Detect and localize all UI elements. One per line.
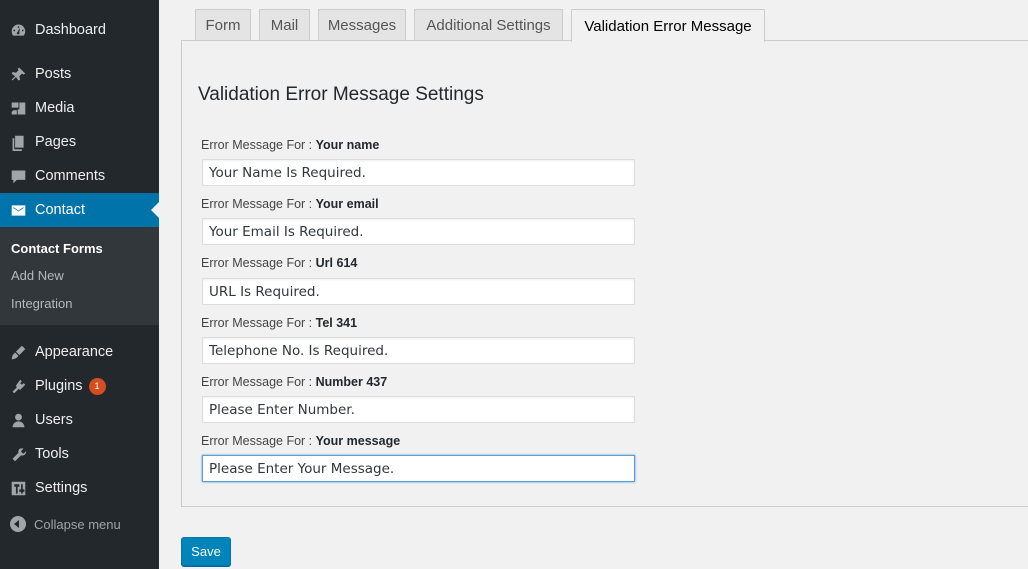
tab-messages[interactable]: Messages: [318, 9, 406, 40]
field-label: Error Message For : Your email: [201, 197, 379, 211]
comments-icon: [9, 167, 27, 185]
wrench-icon: [9, 445, 27, 463]
field-label: Error Message For : Your name: [201, 138, 379, 152]
update-count-badge: 1: [88, 377, 106, 395]
submenu-contact-forms[interactable]: Contact Forms: [11, 241, 103, 256]
menu-item-media[interactable]: Media: [0, 91, 159, 125]
menu-label: Posts: [35, 66, 72, 82]
menu-item-dashboard[interactable]: Dashboard: [0, 13, 159, 47]
menu-label: Pages: [35, 134, 77, 150]
submenu-integration[interactable]: Integration: [11, 296, 72, 311]
number-error-input[interactable]: [202, 396, 635, 423]
field-name: Url 614: [315, 256, 358, 270]
field-name: Your email: [315, 197, 379, 211]
menu-item-users[interactable]: Users: [0, 403, 159, 437]
label-prefix: Error Message For :: [201, 256, 313, 270]
field-label: Error Message For : Your message: [201, 434, 400, 448]
label-prefix: Error Message For :: [201, 316, 313, 330]
menu-label: Dashboard: [35, 22, 106, 38]
menu-item-pages[interactable]: Pages: [0, 125, 159, 159]
plugin-icon: [9, 377, 27, 395]
menu-label: Plugins: [35, 378, 83, 394]
menu-label: Users: [35, 412, 73, 428]
label-prefix: Error Message For :: [201, 434, 313, 448]
your-message-error-input[interactable]: [202, 455, 635, 482]
settings-icon: [9, 479, 27, 497]
field-name: Tel 341: [315, 316, 358, 330]
menu-item-posts[interactable]: Posts: [0, 57, 159, 91]
menu-item-comments[interactable]: Comments: [0, 159, 159, 193]
contact-submenu: Contact Forms Add New Integration: [0, 227, 159, 325]
save-button[interactable]: Save: [181, 537, 231, 566]
field-label: Error Message For : Number 437: [201, 375, 387, 389]
menu-item-settings[interactable]: Settings: [0, 471, 159, 505]
label-prefix: Error Message For :: [201, 197, 313, 211]
menu-item-contact[interactable]: Contact: [0, 193, 159, 227]
url-error-input[interactable]: [202, 278, 635, 305]
user-icon: [9, 411, 27, 429]
field-label: Error Message For : Url 614: [201, 256, 357, 270]
tab-form[interactable]: Form: [195, 9, 251, 40]
tab-validation-error-message[interactable]: Validation Error Message: [571, 9, 765, 42]
field-label: Error Message For : Tel 341: [201, 316, 357, 330]
field-name: Number 437: [315, 375, 388, 389]
your-email-error-input[interactable]: [202, 218, 635, 245]
admin-sidebar: Dashboard Posts Media Pages Comments Con…: [0, 0, 159, 569]
menu-label: Settings: [35, 480, 88, 496]
media-icon: [9, 99, 27, 117]
menu-label: Media: [35, 100, 75, 116]
brush-icon: [9, 343, 27, 361]
field-name: Your name: [315, 138, 380, 152]
collapse-menu-button[interactable]: Collapse menu: [0, 512, 159, 536]
label-prefix: Error Message For :: [201, 138, 313, 152]
menu-label: Tools: [35, 446, 69, 462]
collapse-label: Collapse menu: [34, 516, 121, 532]
menu-label: Appearance: [35, 344, 114, 360]
pin-icon: [9, 65, 27, 83]
menu-label: Contact: [35, 202, 85, 218]
pages-icon: [9, 133, 27, 151]
tab-additional-settings[interactable]: Additional Settings: [414, 9, 563, 40]
submenu-add-new[interactable]: Add New: [11, 268, 64, 283]
field-name: Your message: [315, 434, 401, 448]
menu-item-appearance[interactable]: Appearance: [0, 335, 159, 369]
dashboard-icon: [9, 21, 27, 39]
mail-icon: [9, 201, 27, 219]
collapse-arrow-icon: [10, 516, 26, 532]
menu-label: Comments: [35, 168, 106, 184]
tel-error-input[interactable]: [202, 337, 635, 364]
menu-item-tools[interactable]: Tools: [0, 437, 159, 471]
your-name-error-input[interactable]: [202, 159, 635, 186]
tab-mail[interactable]: Mail: [259, 9, 310, 40]
label-prefix: Error Message For :: [201, 375, 313, 389]
panel-title: Validation Error Message Settings: [198, 84, 484, 105]
menu-item-plugins[interactable]: Plugins 1: [0, 369, 159, 403]
